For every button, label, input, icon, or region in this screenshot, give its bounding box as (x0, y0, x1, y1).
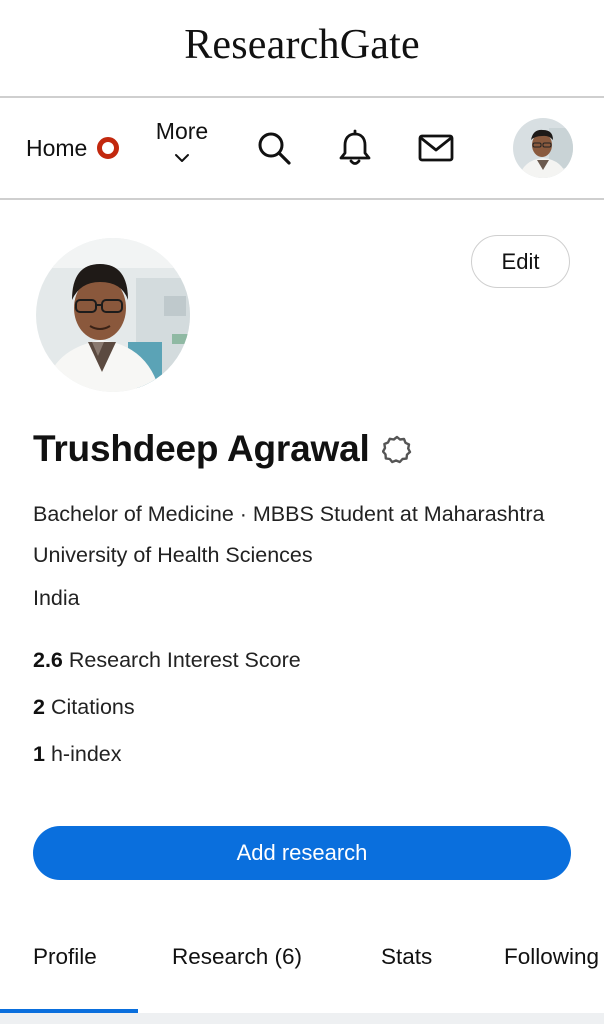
top-bar: ResearchGate (0, 0, 604, 98)
profile-avatar[interactable] (36, 238, 190, 392)
tab-profile[interactable]: Profile (33, 944, 97, 970)
edit-profile-button[interactable]: Edit (471, 235, 570, 288)
nav-more[interactable]: More (152, 118, 212, 165)
tab-research[interactable]: Research (6) (172, 944, 302, 970)
profile-country: India (33, 586, 80, 610)
avatar (513, 118, 573, 178)
nav-more-label: More (155, 118, 209, 144)
stat-citations[interactable]: 2 Citations (33, 695, 135, 720)
nav-home-label: Home (26, 134, 88, 161)
stat-value: 2.6 (33, 648, 63, 672)
tab-stats[interactable]: Stats (381, 944, 432, 970)
profile-tabs: Profile Research (6) Stats Following (0, 920, 604, 1024)
stat-value: 2 (33, 695, 45, 719)
profile-photo (36, 238, 190, 392)
stat-label: Research Interest Score (68, 648, 301, 672)
mail-icon (418, 134, 454, 162)
bell-icon (339, 129, 371, 165)
search-button[interactable] (254, 128, 294, 168)
stat-h-index[interactable]: 1 h-index (33, 742, 121, 767)
verification-badge-icon[interactable] (381, 434, 412, 464)
profile-name-row: Trushdeep Agrawal (33, 428, 412, 470)
researchgate-logo[interactable]: ResearchGate (184, 21, 420, 69)
nav-home[interactable]: Home (26, 132, 120, 164)
nav-bar: Home More (0, 98, 604, 200)
stat-research-interest[interactable]: 2.6 Research Interest Score (33, 648, 301, 673)
messages-button[interactable] (416, 128, 456, 168)
search-icon (258, 132, 291, 165)
tabs-baseline (0, 1013, 604, 1024)
stat-value: 1 (33, 742, 45, 766)
add-research-button[interactable]: Add research (33, 826, 571, 880)
chevron-down-icon (175, 154, 189, 162)
profile-name: Trushdeep Agrawal (33, 428, 370, 469)
notifications-button[interactable] (335, 128, 375, 168)
profile-affiliation: Bachelor of Medicine · MBBS Student at M… (33, 502, 545, 567)
home-indicator-icon (97, 137, 120, 159)
account-avatar[interactable] (513, 118, 573, 178)
tab-following[interactable]: Following (504, 944, 599, 970)
active-tab-indicator (0, 1009, 138, 1013)
stat-label: h-index (50, 742, 122, 766)
stat-label: Citations (50, 695, 135, 719)
